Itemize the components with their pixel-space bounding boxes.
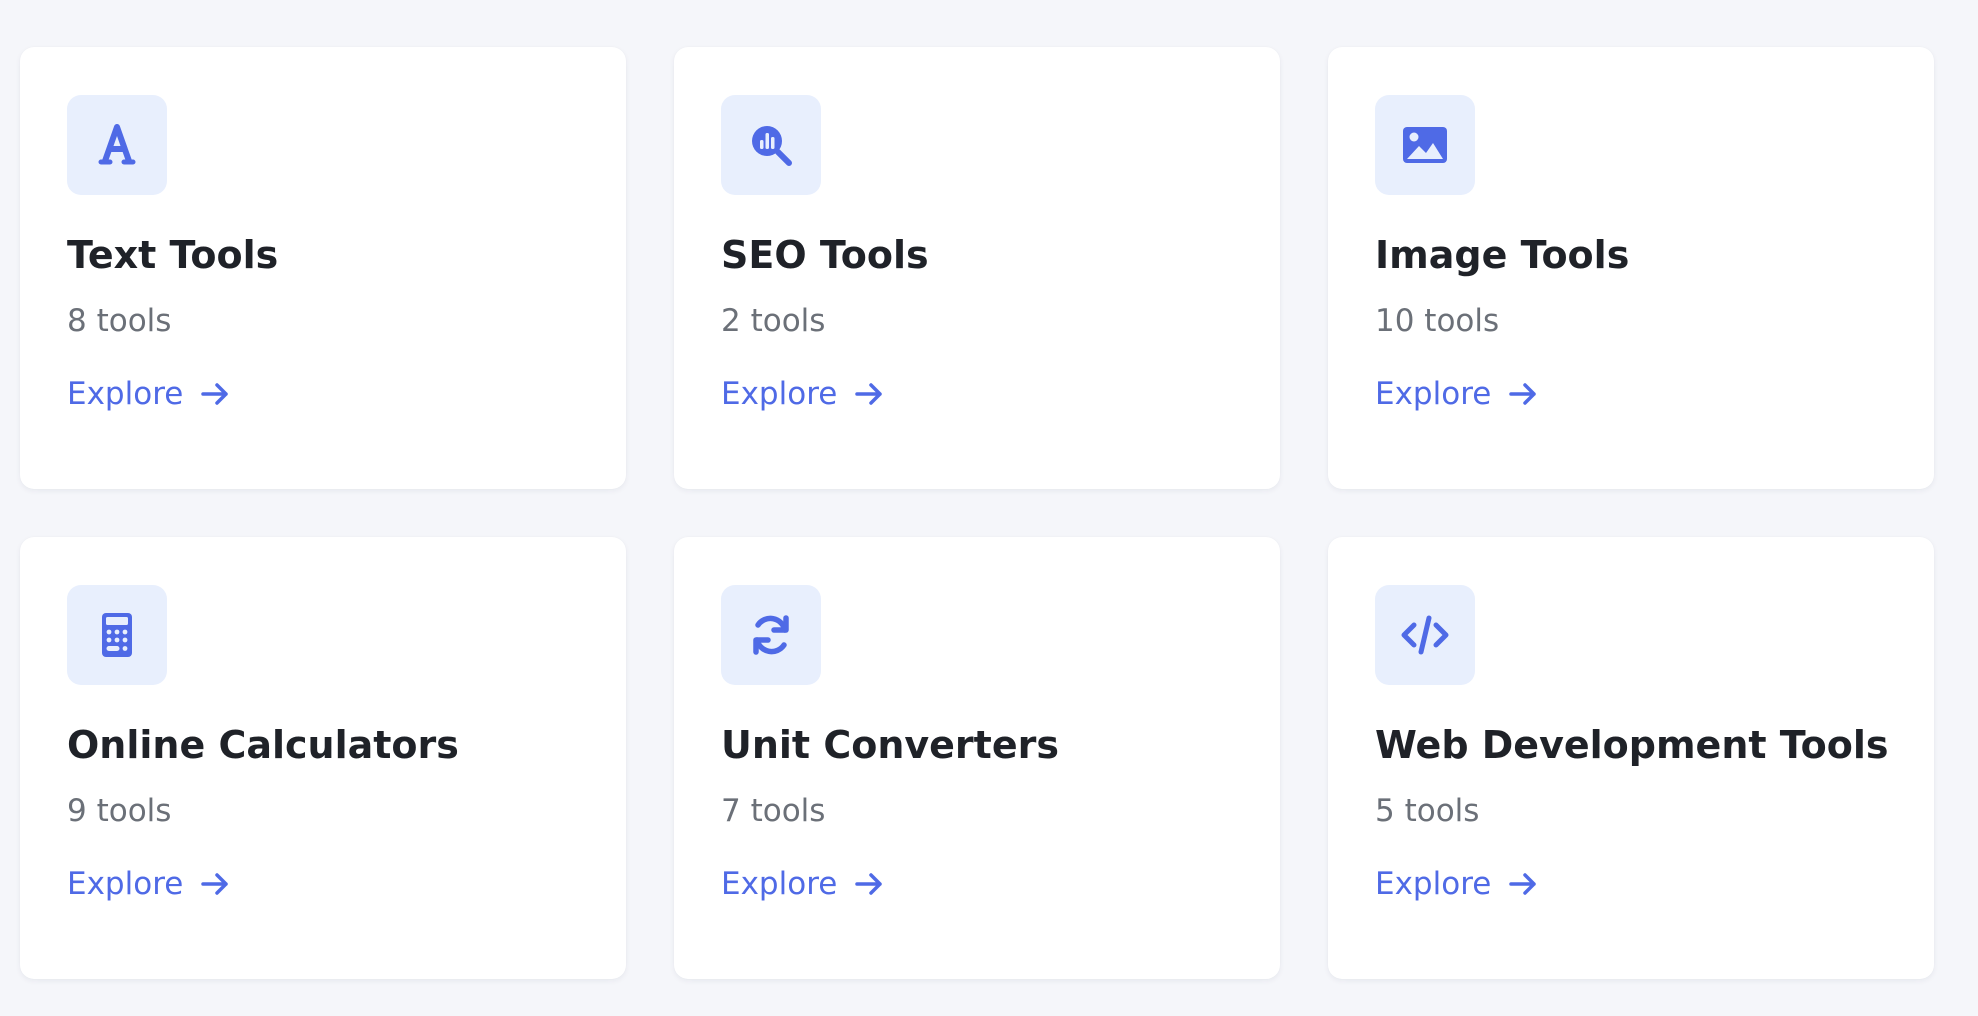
icon-container bbox=[721, 95, 821, 195]
tool-count: 8 tools bbox=[67, 302, 172, 339]
category-card-image-tools[interactable]: Image Tools 10 tools Explore bbox=[1328, 47, 1934, 489]
explore-link[interactable]: Explore bbox=[721, 376, 885, 413]
arrow-right-icon bbox=[201, 383, 229, 406]
category-card-unit-converters[interactable]: Unit Converters 7 tools Explore bbox=[674, 537, 1280, 979]
card-title: Unit Converters bbox=[721, 723, 1059, 767]
explore-link[interactable]: Explore bbox=[721, 866, 885, 903]
tool-count: 5 tools bbox=[1375, 792, 1480, 829]
calculator-icon bbox=[102, 613, 132, 657]
icon-container bbox=[1375, 95, 1475, 195]
category-card-online-calculators[interactable]: Online Calculators 9 tools Explore bbox=[20, 537, 626, 979]
explore-label: Explore bbox=[67, 375, 184, 412]
card-title: Text Tools bbox=[67, 233, 279, 277]
tool-count: 10 tools bbox=[1375, 302, 1500, 339]
category-card-seo-tools[interactable]: SEO Tools 2 tools Explore bbox=[674, 47, 1280, 489]
card-title: Image Tools bbox=[1375, 233, 1630, 277]
icon-container bbox=[67, 585, 167, 685]
search-chart-icon bbox=[752, 126, 792, 166]
code-icon bbox=[1401, 615, 1449, 655]
explore-label: Explore bbox=[1375, 865, 1492, 902]
refresh-icon bbox=[753, 615, 789, 655]
arrow-right-icon bbox=[855, 383, 883, 406]
icon-container bbox=[1375, 585, 1475, 685]
card-title: Online Calculators bbox=[67, 723, 459, 767]
icon-container bbox=[67, 95, 167, 195]
category-card-text-tools[interactable]: Text Tools 8 tools Explore bbox=[20, 47, 626, 489]
explore-label: Explore bbox=[1375, 375, 1492, 412]
explore-link[interactable]: Explore bbox=[1375, 866, 1539, 903]
explore-link[interactable]: Explore bbox=[67, 376, 231, 413]
image-icon bbox=[1403, 127, 1447, 163]
category-card-web-development-tools[interactable]: Web Development Tools 5 tools Explore bbox=[1328, 537, 1934, 979]
category-grid: Text Tools 8 tools Explore SEO Tools 2 t… bbox=[20, 47, 1934, 979]
card-title: SEO Tools bbox=[721, 233, 929, 277]
arrow-right-icon bbox=[1509, 383, 1537, 406]
icon-container bbox=[721, 585, 821, 685]
explore-link[interactable]: Explore bbox=[67, 866, 231, 903]
card-title: Web Development Tools bbox=[1375, 723, 1889, 767]
explore-link[interactable]: Explore bbox=[1375, 376, 1539, 413]
arrow-right-icon bbox=[855, 873, 883, 896]
explore-label: Explore bbox=[721, 375, 838, 412]
letter-a-icon bbox=[98, 124, 136, 165]
tool-count: 9 tools bbox=[67, 792, 172, 829]
explore-label: Explore bbox=[721, 865, 838, 902]
arrow-right-icon bbox=[1509, 873, 1537, 896]
tool-count: 7 tools bbox=[721, 792, 826, 829]
explore-label: Explore bbox=[67, 865, 184, 902]
arrow-right-icon bbox=[201, 873, 229, 896]
tool-count: 2 tools bbox=[721, 302, 826, 339]
